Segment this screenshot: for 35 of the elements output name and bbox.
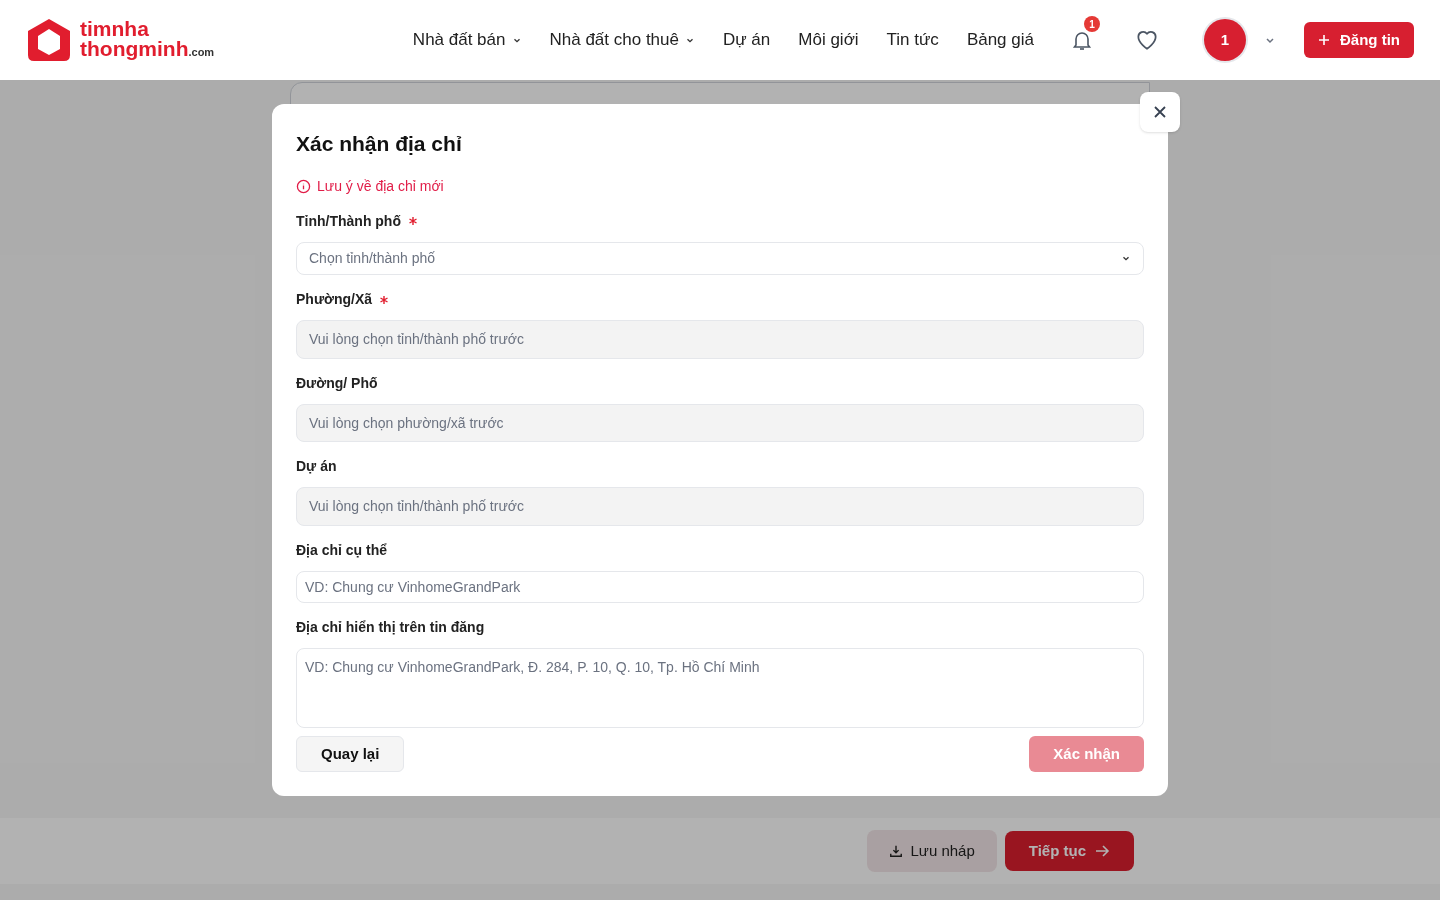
arrow-right-icon — [1094, 843, 1110, 859]
avatar[interactable]: 1 — [1204, 19, 1246, 61]
modal-title: Xác nhận địa chỉ — [296, 131, 463, 157]
info-icon — [296, 178, 311, 194]
nav-link[interactable]: Dự án — [723, 27, 771, 53]
logo-text: timnha — [80, 18, 150, 39]
nav-link[interactable]: Tin tức — [886, 27, 939, 53]
close-button[interactable] — [1140, 92, 1180, 132]
field-label: Địa chỉ cụ thể — [296, 540, 388, 560]
field-label: Đường/ Phố — [296, 373, 378, 393]
field-label: Địa chỉ hiển thị trên tin đăng — [296, 617, 485, 637]
field-label: Tỉnh/Thành phố — [296, 211, 401, 231]
continue-button[interactable]: Tiếp tục — [1004, 831, 1134, 871]
nav-link[interactable]: Môi giới — [798, 27, 859, 53]
logo-text: thongminh — [80, 38, 189, 59]
logo-suffix: .com — [188, 45, 215, 58]
notice-link[interactable]: Lưu ý về địa chỉ mới — [317, 175, 444, 197]
province-dropdown[interactable]: Chọn tỉnh/thành phố — [296, 241, 1144, 276]
back-button[interactable]: Quay lại — [296, 736, 405, 772]
required-asterisk-icon — [409, 217, 417, 225]
logo-icon — [26, 17, 72, 63]
download-icon — [888, 844, 903, 858]
input-field[interactable]: VD: Chung cư VinhomeGrandPark — [296, 570, 1144, 603]
notification-badge: 1 — [1084, 16, 1100, 32]
nav-link[interactable]: Bảng giá — [966, 27, 1034, 53]
text-area[interactable]: VD: Chung cư VinhomeGrandPark, Đ. 284, P. 10, Q. 10, Tp. Hồ Chí Minh — [296, 647, 1144, 728]
nav-link[interactable]: Nhà đất cho thuê — [549, 27, 695, 53]
field-label: Phường/Xã — [296, 290, 373, 310]
nav-link[interactable]: Nhà đất bán — [412, 27, 522, 53]
close-icon — [1153, 105, 1167, 119]
post-button[interactable]: Đăng tin — [1304, 22, 1414, 58]
required-asterisk-icon — [380, 295, 389, 304]
field-label: Dự án — [296, 457, 337, 477]
plus-icon — [1318, 34, 1330, 46]
save-draft-button[interactable]: Lưu nháp — [866, 830, 997, 872]
